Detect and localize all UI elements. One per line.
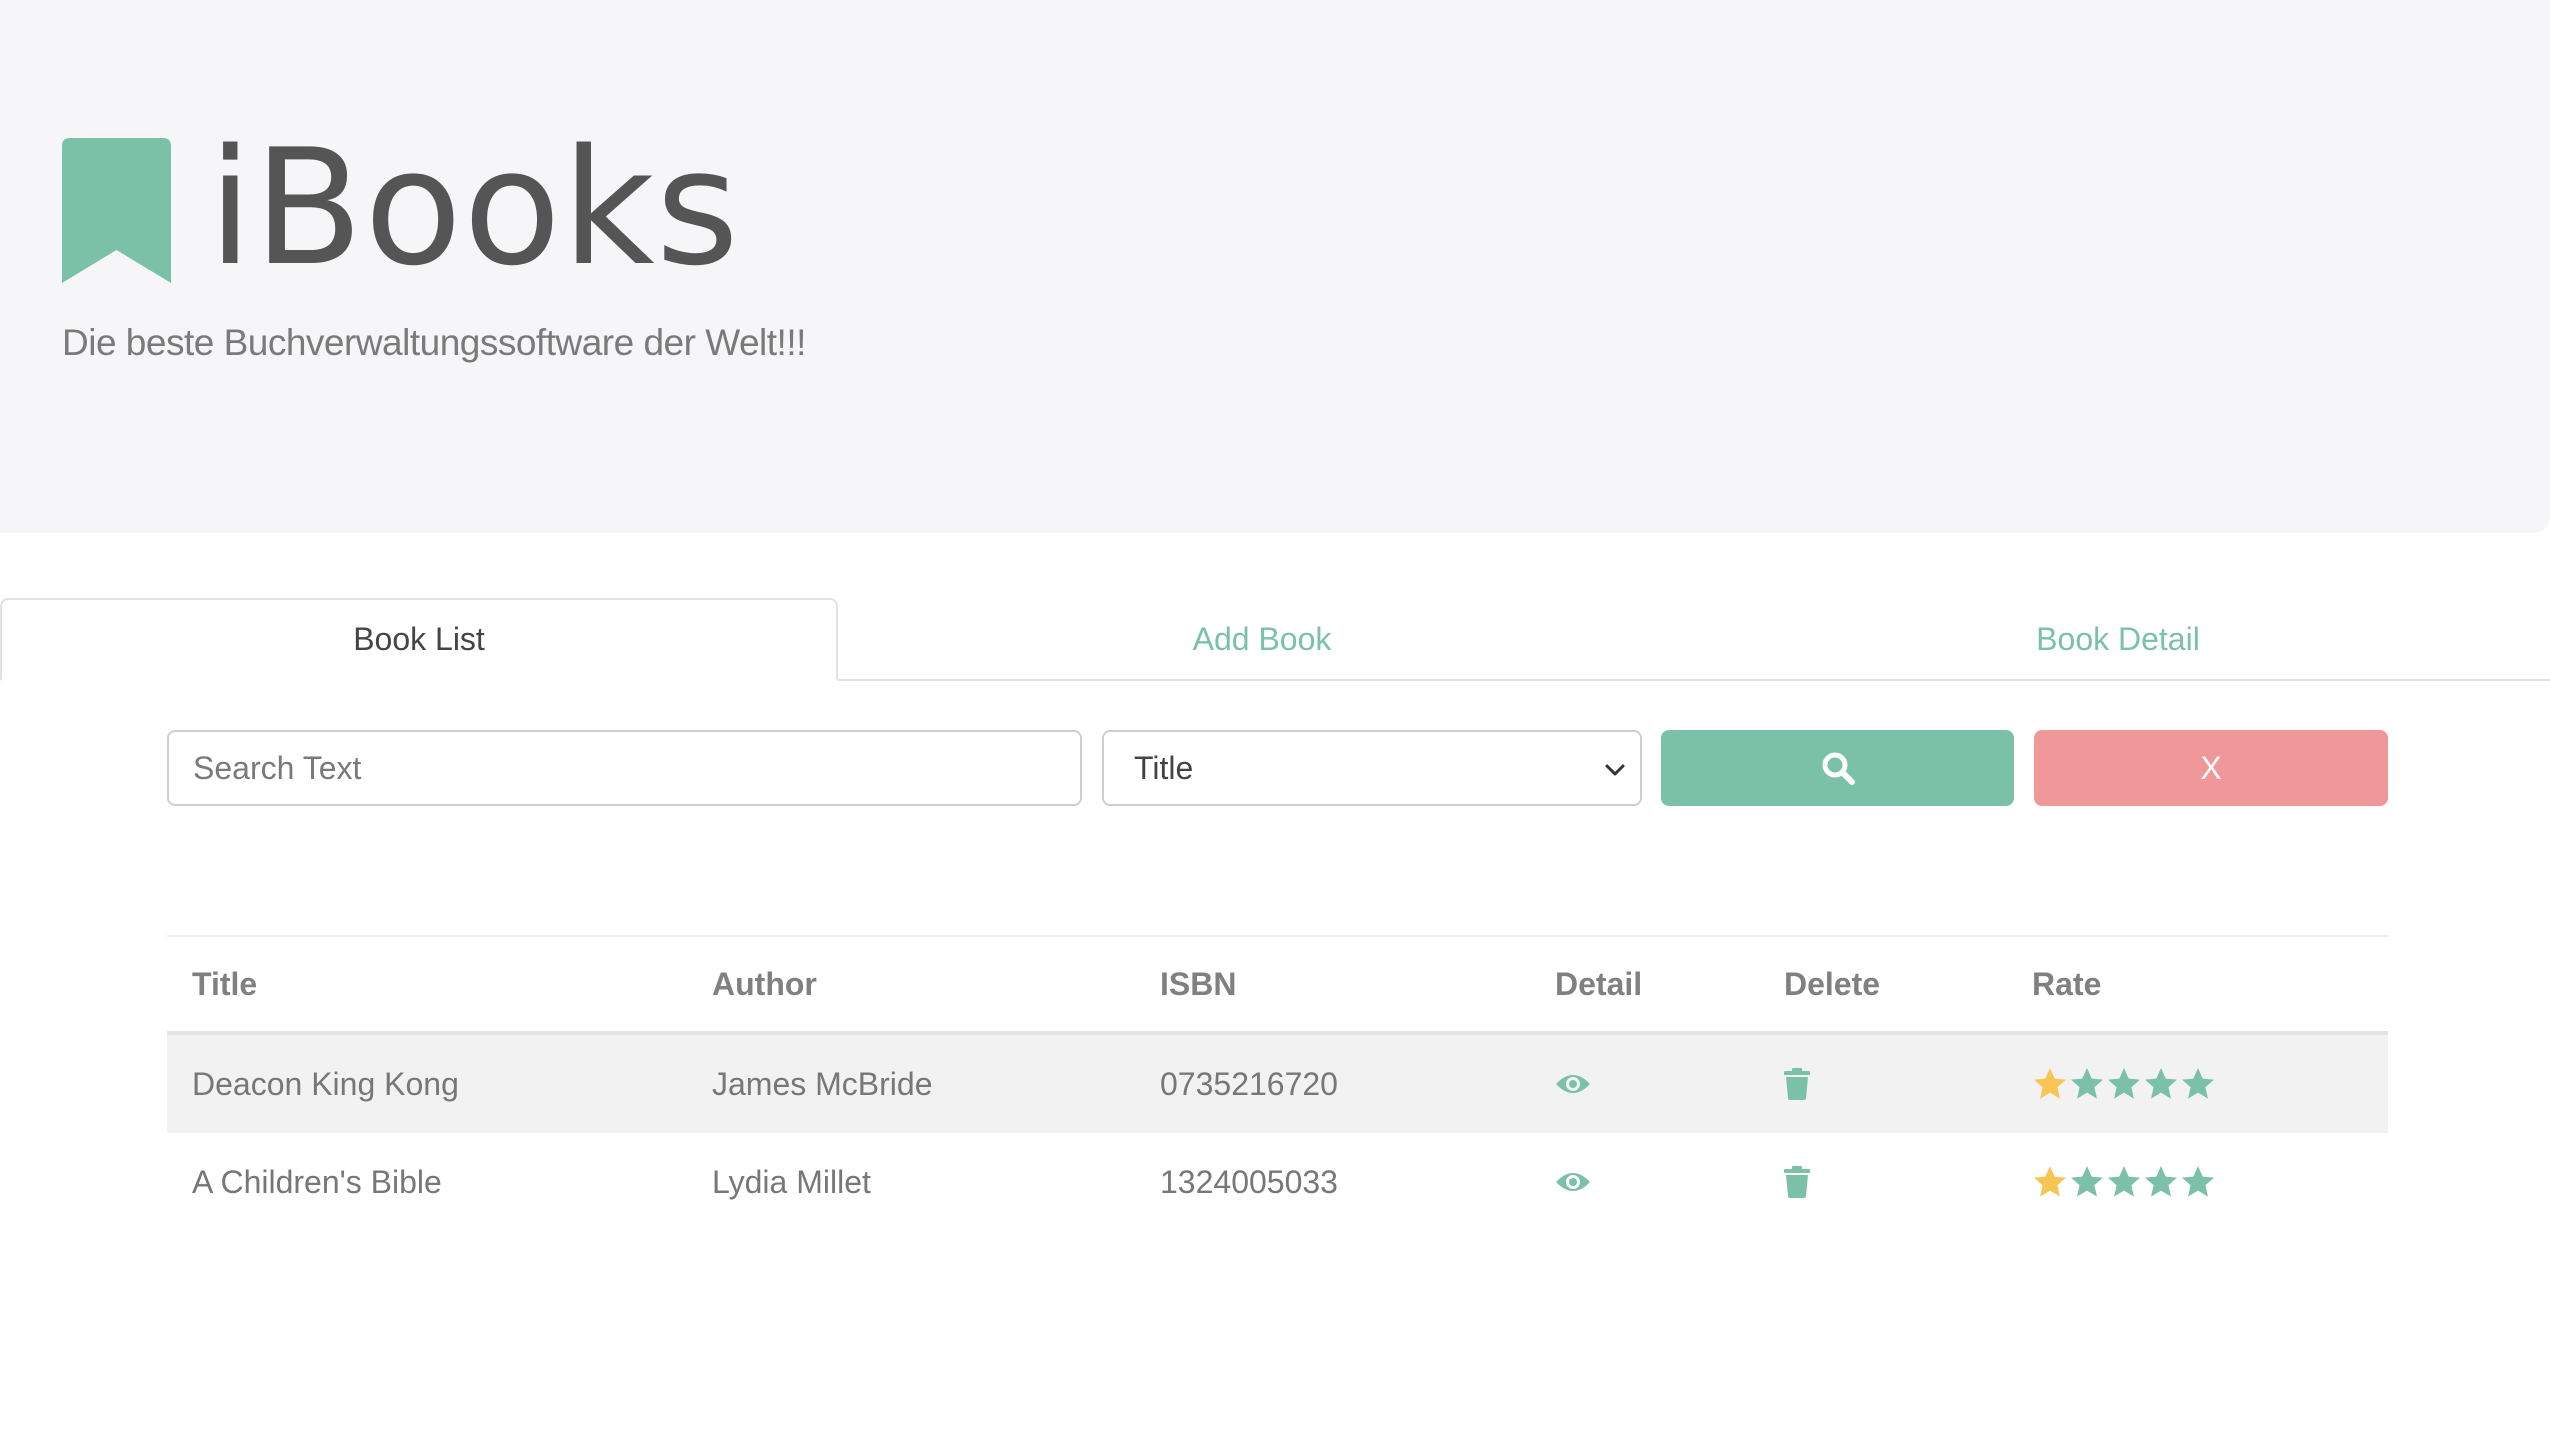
star-icon[interactable] — [2106, 1066, 2142, 1102]
eye-icon — [1556, 1075, 1590, 1093]
app-title: iBooks — [208, 114, 741, 301]
clear-button[interactable]: X — [2034, 730, 2388, 806]
rating — [2032, 1035, 2216, 1133]
detail-button[interactable] — [1555, 1133, 1591, 1231]
header-detail: Detail — [1555, 965, 1643, 1002]
header-isbn: ISBN — [1160, 965, 1237, 1002]
trash-icon — [1784, 1068, 1810, 1100]
header-rate: Rate — [2032, 965, 2102, 1002]
rating-stars — [2032, 1066, 2216, 1102]
search-field-value: Title — [1134, 749, 1194, 786]
star-icon[interactable] — [2180, 1066, 2216, 1102]
rating-stars — [2032, 1164, 2216, 1200]
tab-add-book[interactable]: Add Book — [838, 598, 1686, 681]
tab-book-detail[interactable]: Book Detail — [1686, 598, 2550, 681]
book-isbn: 1324005033 — [1160, 1163, 1338, 1200]
header-delete: Delete — [1784, 965, 1881, 1002]
chevron-down-icon — [1605, 764, 1625, 776]
tab-bar: Book List Add Book Book Detail — [0, 598, 2550, 681]
star-icon[interactable] — [2180, 1164, 2216, 1200]
book-title: A Children's Bible — [192, 1163, 442, 1200]
book-author: James McBride — [712, 1065, 933, 1102]
star-icon[interactable] — [2106, 1164, 2142, 1200]
star-icon[interactable] — [2032, 1066, 2068, 1102]
bookmark-icon — [62, 138, 171, 283]
star-icon[interactable] — [2069, 1164, 2105, 1200]
eye-icon — [1556, 1173, 1590, 1191]
book-title: Deacon King Kong — [192, 1065, 459, 1102]
header-title: Title — [192, 965, 258, 1002]
book-table: Title Author ISBN Detail Delete Rate Dea… — [167, 935, 2388, 1231]
tab-book-list[interactable]: Book List — [0, 598, 838, 681]
search-button[interactable] — [1661, 730, 2014, 806]
rating — [2032, 1133, 2216, 1231]
hero-header: iBooks Die beste Buchverwaltungssoftware… — [0, 0, 2550, 533]
trash-icon — [1784, 1166, 1810, 1198]
star-icon[interactable] — [2069, 1066, 2105, 1102]
delete-button[interactable] — [1784, 1035, 1810, 1133]
search-field-select[interactable]: Title — [1102, 730, 1642, 806]
book-author: Lydia Millet — [712, 1163, 871, 1200]
star-icon[interactable] — [2143, 1066, 2179, 1102]
tagline: Die beste Buchverwaltungssoftware der We… — [62, 322, 806, 363]
table-row: Deacon King Kong James McBride 073521672… — [167, 1035, 2388, 1133]
header-author: Author — [712, 965, 817, 1002]
search-input[interactable] — [167, 730, 1082, 806]
book-isbn: 0735216720 — [1160, 1065, 1338, 1102]
table-header: Title Author ISBN Detail Delete Rate — [167, 937, 2388, 1035]
detail-button[interactable] — [1555, 1035, 1591, 1133]
delete-button[interactable] — [1784, 1133, 1810, 1231]
star-icon[interactable] — [2143, 1164, 2179, 1200]
search-icon — [1822, 752, 1855, 785]
table-row: A Children's Bible Lydia Millet 13240050… — [167, 1133, 2388, 1231]
star-icon[interactable] — [2032, 1164, 2068, 1200]
